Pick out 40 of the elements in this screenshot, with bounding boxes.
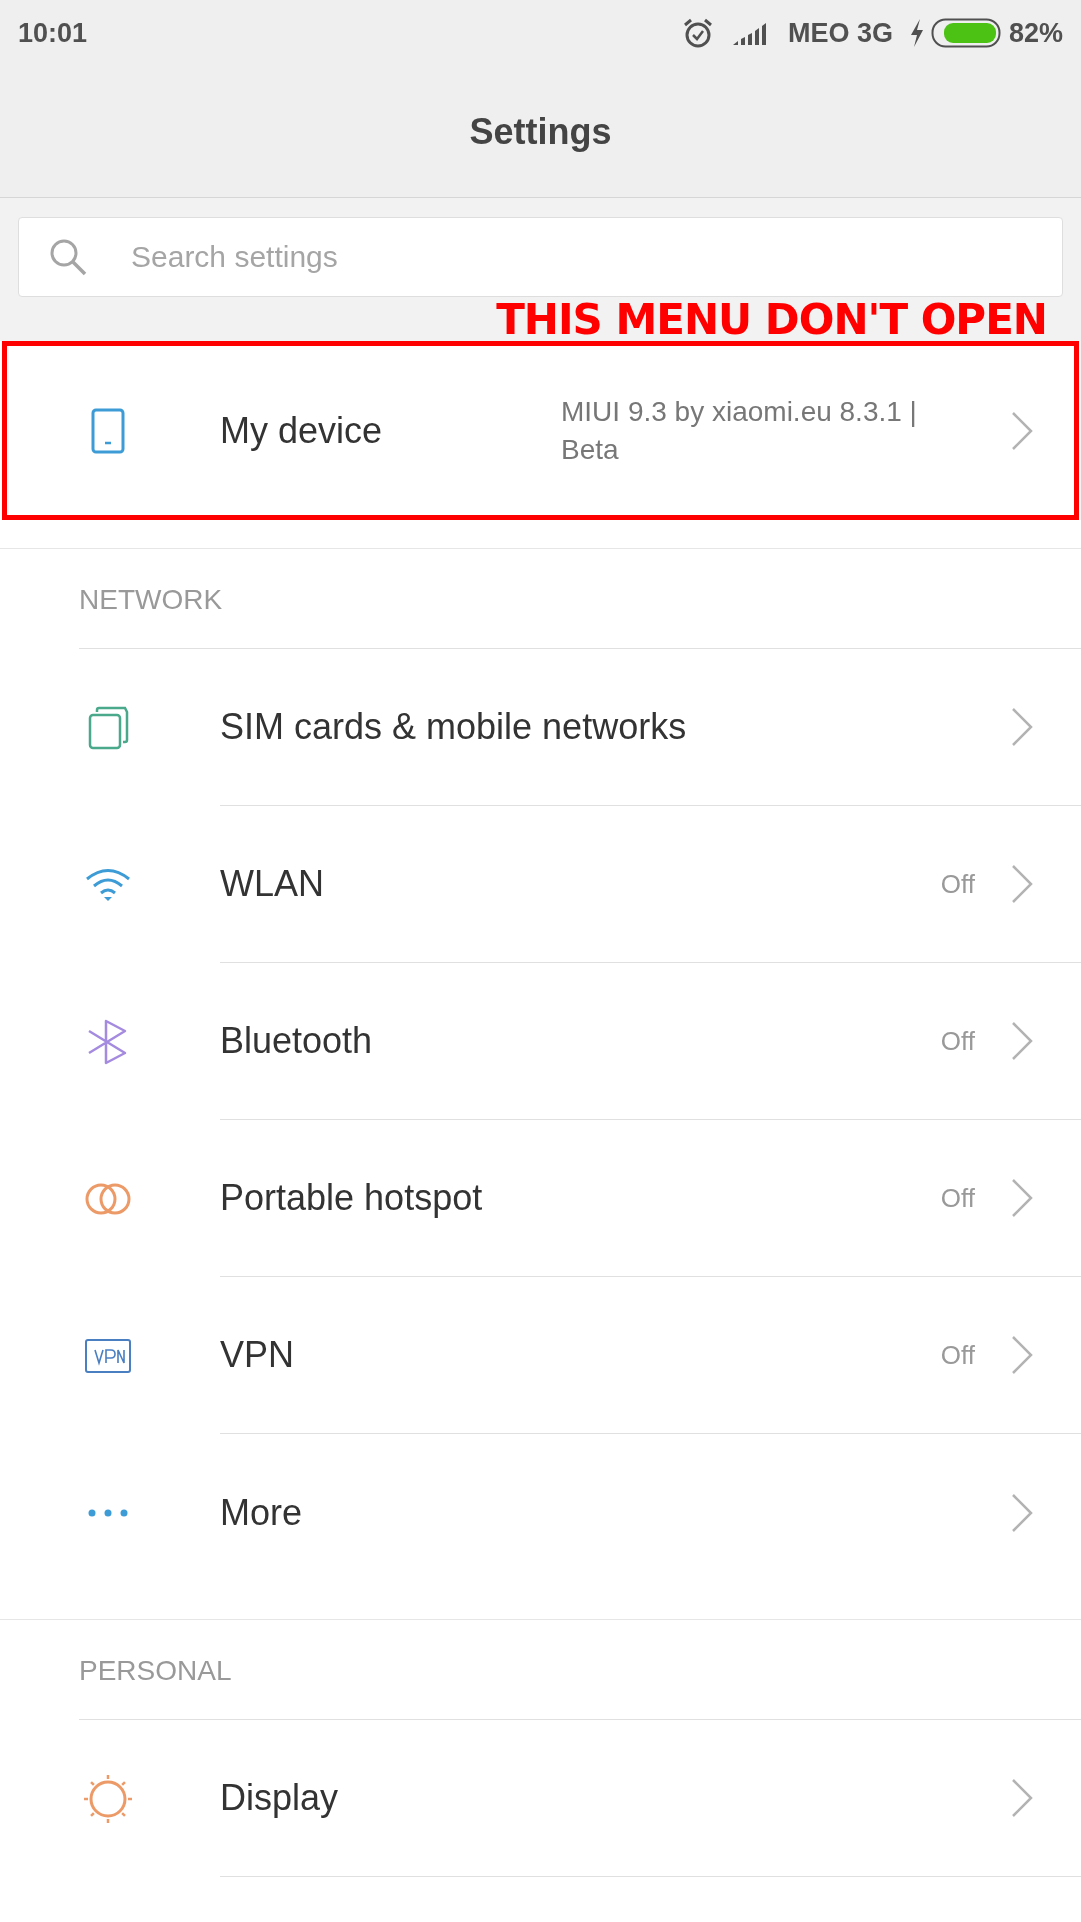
section-heading: PERSONAL: [79, 1653, 232, 1688]
row-subtitle: MIUI 9.3 by xiaomi.eu 8.3.1 | Beta: [561, 394, 918, 467]
battery-percent: 82%: [1008, 16, 1063, 50]
search-field[interactable]: Search settings: [18, 217, 1063, 297]
battery-icon: [930, 18, 1001, 48]
chevron-right-icon: [1011, 1335, 1033, 1375]
phone-icon: [91, 407, 125, 454]
section-heading: NETWORK: [79, 582, 223, 617]
row-title: WLAN: [220, 862, 325, 906]
row-title: SIM cards & mobile networks: [220, 705, 688, 749]
row-title: My device: [220, 408, 384, 453]
carrier-label: MEO 3G: [787, 16, 893, 50]
row-title: Portable hotspot: [220, 1176, 484, 1220]
chevron-right-icon: [1011, 1021, 1033, 1061]
row-value: Off: [940, 867, 975, 901]
charging-bolt-icon: [908, 18, 925, 48]
chevron-right-icon: [1011, 864, 1033, 904]
chevron-right-icon: [1011, 1492, 1033, 1533]
more-dots-icon: [88, 1508, 128, 1517]
status-time: 10:01: [18, 16, 89, 50]
row-value: Off: [940, 1181, 975, 1215]
chevron-right-icon: [1011, 410, 1033, 451]
page-title: Settings: [469, 109, 612, 154]
row-value: Off: [940, 1338, 975, 1372]
alarm-clock-icon: [681, 17, 714, 49]
row-value: Off: [940, 1024, 975, 1058]
chevron-right-icon: [1011, 1178, 1033, 1218]
chevron-right-icon: [1011, 1778, 1033, 1818]
chevron-right-icon: [1011, 707, 1033, 747]
annotation-text: THIS MENU DON'T OPEN: [496, 301, 1047, 339]
sun-icon: [83, 1773, 133, 1824]
row-title: More: [220, 1490, 304, 1535]
linked-rings-icon: [84, 1181, 132, 1216]
search-icon: [48, 237, 88, 277]
vpn-icon: [85, 1338, 131, 1373]
row-title: Display: [220, 1776, 340, 1820]
row-title: VPN: [220, 1333, 296, 1377]
wifi-icon: [84, 867, 132, 902]
row-title: Bluetooth: [220, 1019, 374, 1063]
sim-cards-icon: [87, 705, 129, 750]
